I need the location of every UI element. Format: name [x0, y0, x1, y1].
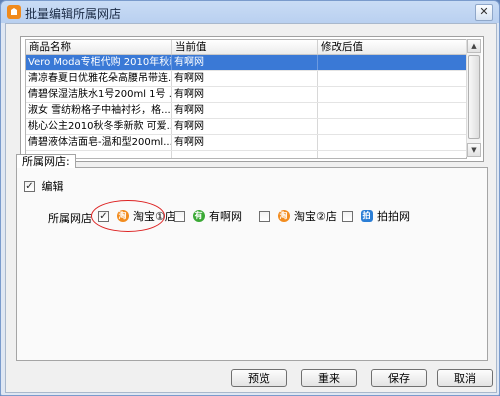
shop-field-label: 所属网店: [48, 212, 92, 225]
cell-new-value: [318, 103, 466, 118]
taobao-icon: 淘: [277, 210, 290, 222]
cell-product-name: Vero Moda专柜代购 2010年秋款...: [26, 55, 172, 70]
column-header-product-name[interactable]: 商品名称: [26, 40, 172, 54]
table-row[interactable]: Vero Moda专柜代购 2010年秋款... 有啊网: [26, 55, 466, 71]
scrollbar-thumb[interactable]: [468, 55, 480, 139]
app-icon: [7, 5, 21, 19]
save-button[interactable]: 保存: [371, 369, 427, 387]
shop-name: 有啊网: [209, 210, 242, 223]
cell-current-value: [172, 151, 318, 158]
cell-product-name: 倩碧保湿洁肤水1号200ml 1号 ...: [28, 87, 172, 102]
cell-new-value: [318, 119, 466, 134]
shop-checkbox[interactable]: [342, 210, 353, 222]
cell-new-value: [318, 71, 466, 86]
cell-new-value: [318, 151, 466, 158]
shop-checkbox[interactable]: [259, 210, 270, 222]
cancel-button[interactable]: 取消: [437, 369, 493, 387]
cell-current-value: 有啊网: [172, 103, 318, 118]
table-row[interactable]: [26, 151, 466, 158]
cell-product-name: 清凉春夏日优雅花朵高腰吊带连...: [28, 71, 172, 86]
edit-option[interactable]: ✓ 编辑: [24, 178, 64, 194]
paipai-icon: 拍: [360, 210, 373, 222]
tab-shop[interactable]: 所属网店:: [16, 154, 76, 168]
cell-current-value: 有啊网: [172, 71, 318, 86]
table-row[interactable]: 桃心公主2010秋冬季新款 可爱... 有啊网: [26, 119, 466, 135]
table-row[interactable]: 倩碧液体洁面皂-温和型200ml... 有啊网: [26, 135, 466, 151]
cell-product-name: 倩碧液体洁面皂-温和型200ml...: [28, 135, 172, 150]
title-bar: 批量编辑所属网店 ✕: [1, 1, 499, 23]
close-button[interactable]: ✕: [475, 4, 493, 21]
cell-current-value: 有啊网: [172, 87, 318, 102]
product-grid-frame: 商品名称 当前值 修改后值 Vero Moda专柜代购 2010年秋款... 有…: [20, 36, 484, 162]
scroll-up-icon[interactable]: ▲: [467, 39, 481, 53]
column-header-current-value[interactable]: 当前值: [172, 40, 318, 54]
cell-new-value: [318, 55, 466, 70]
product-grid[interactable]: 商品名称 当前值 修改后值 Vero Moda专柜代购 2010年秋款... 有…: [25, 39, 467, 159]
dialog-client-area: 商品名称 当前值 修改后值 Vero Moda专柜代购 2010年秋款... 有…: [5, 23, 497, 393]
window-title: 批量编辑所属网店: [25, 7, 122, 21]
shop-settings-group: [16, 167, 488, 361]
table-row[interactable]: 淑女 雪纺粉格子中袖衬衫，格... 有啊网: [26, 103, 466, 119]
grid-header: 商品名称 当前值 修改后值: [26, 40, 466, 55]
shop-checkbox[interactable]: [174, 210, 185, 222]
cell-new-value: [318, 87, 466, 102]
cell-product-name: 桃心公主2010秋冬季新款 可爱...: [28, 119, 172, 134]
scroll-down-icon[interactable]: ▼: [467, 143, 481, 157]
edit-label: 编辑: [41, 180, 64, 193]
cell-product-name: 淑女 雪纺粉格子中袖衬衫，格...: [28, 103, 172, 118]
shop-option-taobao-2[interactable]: 淘 淘宝②店: [259, 208, 337, 224]
edit-checkbox[interactable]: ✓: [24, 180, 35, 192]
cell-new-value: [318, 135, 466, 150]
batch-edit-shop-dialog: 批量编辑所属网店 ✕ 商品名称 当前值 修改后值 Vero Moda专柜代购 2…: [0, 0, 500, 396]
shop-option-paipai[interactable]: 拍 拍拍网: [342, 208, 410, 224]
cell-current-value: 有啊网: [172, 135, 318, 150]
reset-button[interactable]: 重来: [301, 369, 357, 387]
preview-button[interactable]: 预览: [231, 369, 287, 387]
table-row[interactable]: 清凉春夏日优雅花朵高腰吊带连... 有啊网: [26, 71, 466, 87]
cell-current-value: 有啊网: [172, 55, 318, 70]
shop-name: 拍拍网: [377, 210, 410, 223]
shop-option-youa[interactable]: 有 有啊网: [174, 208, 242, 224]
shop-name: 淘宝②店: [294, 210, 337, 223]
cell-current-value: 有啊网: [172, 119, 318, 134]
table-row[interactable]: 倩碧保湿洁肤水1号200ml 1号 ... 有啊网: [26, 87, 466, 103]
column-header-new-value[interactable]: 修改后值: [318, 40, 466, 54]
highlight-annotation-ring: [91, 200, 165, 232]
vertical-scrollbar[interactable]: ▲ ▼: [466, 39, 481, 157]
youa-icon: 有: [192, 210, 205, 222]
